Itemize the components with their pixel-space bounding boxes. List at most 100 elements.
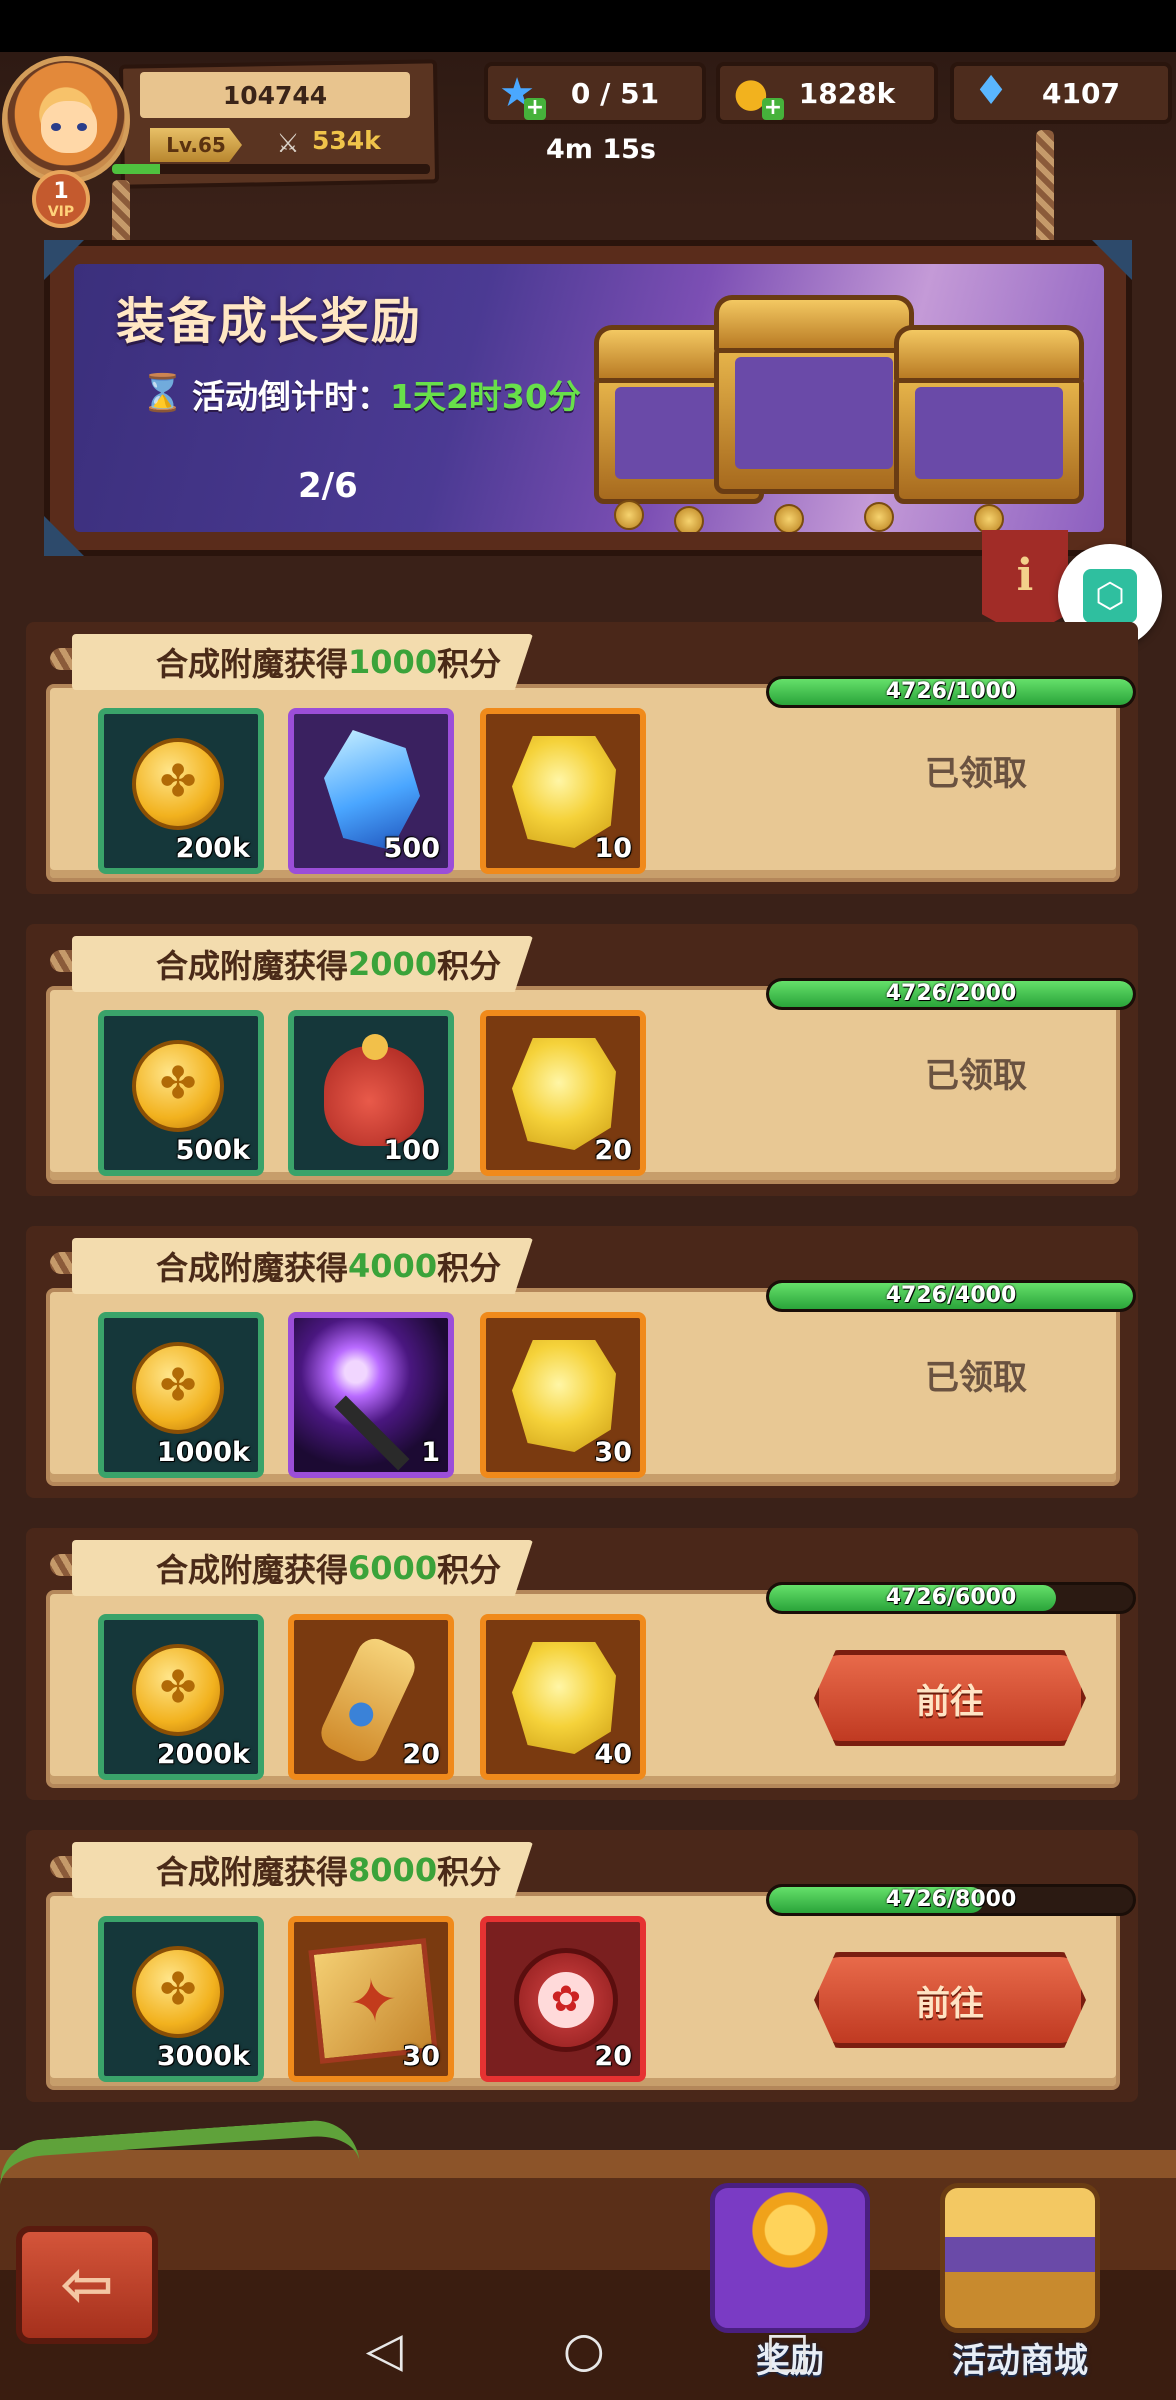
nav-home-icon[interactable]: ○ [563,2322,605,2378]
go-button[interactable]: 前往 [814,1952,1086,2048]
reward-quantity: 20 [594,2041,632,2072]
vip-badge[interactable]: 1 VIP [32,170,90,228]
add-gold-icon[interactable]: + [762,97,784,120]
reward-quantity: 30 [402,2041,440,2072]
task-progress-bar: 4726/2000 [766,978,1136,1010]
coin [774,504,804,532]
paw-token-icon: ✿ [514,1948,618,2052]
cube-icon: ⬡ [1083,569,1137,623]
reward-item[interactable]: 3000k [98,1916,264,2082]
task-title: 合成附魔获得 4000 积分 [72,1238,534,1294]
task-title-prefix: 合成附魔获得 [156,1551,349,1589]
diamond-icon: ♦ [973,68,1009,114]
reward-item[interactable]: 40 [480,1614,646,1780]
reward-item[interactable]: ✿ 20 [480,1916,646,2082]
xp-bar [112,164,430,174]
go-button-label: 前往 [916,1983,984,2024]
event-title: 装备成长奖励 [116,293,423,350]
task-card: 合成附魔获得2000积分 500k 100 20 4726/2000 已领取 [26,924,1138,1196]
reward-item[interactable]: 30 [288,1916,454,2082]
reward-quantity: 30 [594,1437,632,1468]
task-progress-text: 4726/2000 [885,981,1017,1006]
reward-item[interactable]: 500 [288,708,454,874]
player-power: 104744 [140,72,410,118]
gold-cube-icon [512,1642,616,1754]
reward-item[interactable]: 200k [98,708,264,874]
claimed-status: 已领取 [925,1358,1027,1398]
task-title-suffix: 积分 [437,645,502,683]
task-points: 6000 [348,1549,438,1587]
reward-item[interactable]: 2000k [98,1614,264,1780]
reward-item[interactable]: 30 [480,1312,646,1478]
task-card: 合成附魔获得1000积分 200k 500 10 4726/1000 已领取 [26,622,1138,894]
vip-label: VIP [47,203,75,220]
reward-item[interactable]: 10 [480,708,646,874]
task-progress-text: 4726/4000 [885,1283,1017,1308]
treasure-chest [714,295,914,494]
claimed-status: 已领取 [925,1056,1027,1096]
task-title-suffix: 积分 [437,1249,502,1287]
gold-cube-icon [512,1340,616,1452]
stamina-timer: 4m 15s [546,134,656,165]
task-title: 合成附魔获得 1000 积分 [72,634,534,690]
player-avatar[interactable] [2,56,130,184]
reward-quantity: 20 [594,1135,632,1166]
go-button[interactable]: 前往 [814,1650,1086,1746]
task-card: 合成附魔获得4000积分 1000k 1 30 4726/4000 已领取 [26,1226,1138,1498]
task-points: 2000 [348,945,438,983]
task-progress-bar: 4726/1000 [766,676,1136,708]
nav-recents-icon[interactable]: □ [765,2322,810,2378]
reward-quantity: 1 [421,1437,440,1468]
task-title-prefix: 合成附魔获得 [156,1853,349,1891]
level-badge: Lv.65 [150,128,242,162]
go-button-label: 前往 [916,1681,984,1722]
reward-item[interactable]: 1 [288,1312,454,1478]
gold-coin-icon [132,1040,224,1132]
task-card: 合成附魔获得8000积分 3000k 30 ✿20 4726/8000 前往 [26,1830,1138,2102]
countdown-value: 1天2时30分 [390,377,581,416]
task-card: 合成附魔获得6000积分 2000k 20 40 4726/6000 前往 [26,1528,1138,1800]
task-title: 合成附魔获得 2000 积分 [72,936,534,992]
reward-quantity: 10 [594,833,632,864]
reward-quantity: 2000k [156,1739,250,1770]
system-nav-bar: ◁ ○ □ [0,2300,1176,2400]
coin [974,504,1004,532]
reward-quantity: 3000k [156,2041,250,2072]
reward-quantity: 40 [594,1739,632,1770]
coin [614,500,644,530]
task-title: 合成附魔获得 8000 积分 [72,1842,534,1898]
event-progress: 2/6 [298,466,358,506]
reward-item[interactable]: 1000k [98,1312,264,1478]
xp-bar-fill [112,164,160,174]
add-stamina-icon[interactable]: + [524,97,546,120]
crossed-swords-icon: ⚔ [276,129,300,159]
red-pouch-icon [324,1034,424,1146]
task-progress-text: 4726/1000 [885,679,1017,704]
countdown-label: 活动倒计时： [192,377,390,416]
task-title-prefix: 合成附魔获得 [156,1249,349,1287]
task-points: 4000 [348,1247,438,1285]
blue-crystal-icon [324,730,420,850]
task-title-suffix: 积分 [437,1551,502,1589]
task-progress-bar: 4726/8000 [766,1884,1136,1916]
gold-value: 1828k [798,76,896,110]
reward-quantity: 20 [402,1739,440,1770]
avatar-eye [77,123,87,131]
gold-cube-icon [512,1038,616,1150]
task-title: 合成附魔获得 6000 积分 [72,1540,534,1596]
reward-item[interactable]: 20 [288,1614,454,1780]
combat-power: 534k [312,126,381,155]
avatar-face [41,101,97,153]
reward-item[interactable]: 500k [98,1010,264,1176]
gems-value: 4107 [1042,76,1120,110]
nav-back-icon[interactable]: ◁ [366,2322,403,2378]
reward-item[interactable]: 100 [288,1010,454,1176]
stamina-value: 0 / 51 [570,76,660,110]
reward-quantity: 200k [175,833,250,864]
task-progress-bar: 4726/4000 [766,1280,1136,1312]
task-progress-bar: 4726/6000 [766,1582,1136,1614]
task-points: 1000 [348,643,438,681]
reward-item[interactable]: 20 [480,1010,646,1176]
treasure-chest [894,325,1084,504]
reward-quantity: 1000k [156,1437,250,1468]
